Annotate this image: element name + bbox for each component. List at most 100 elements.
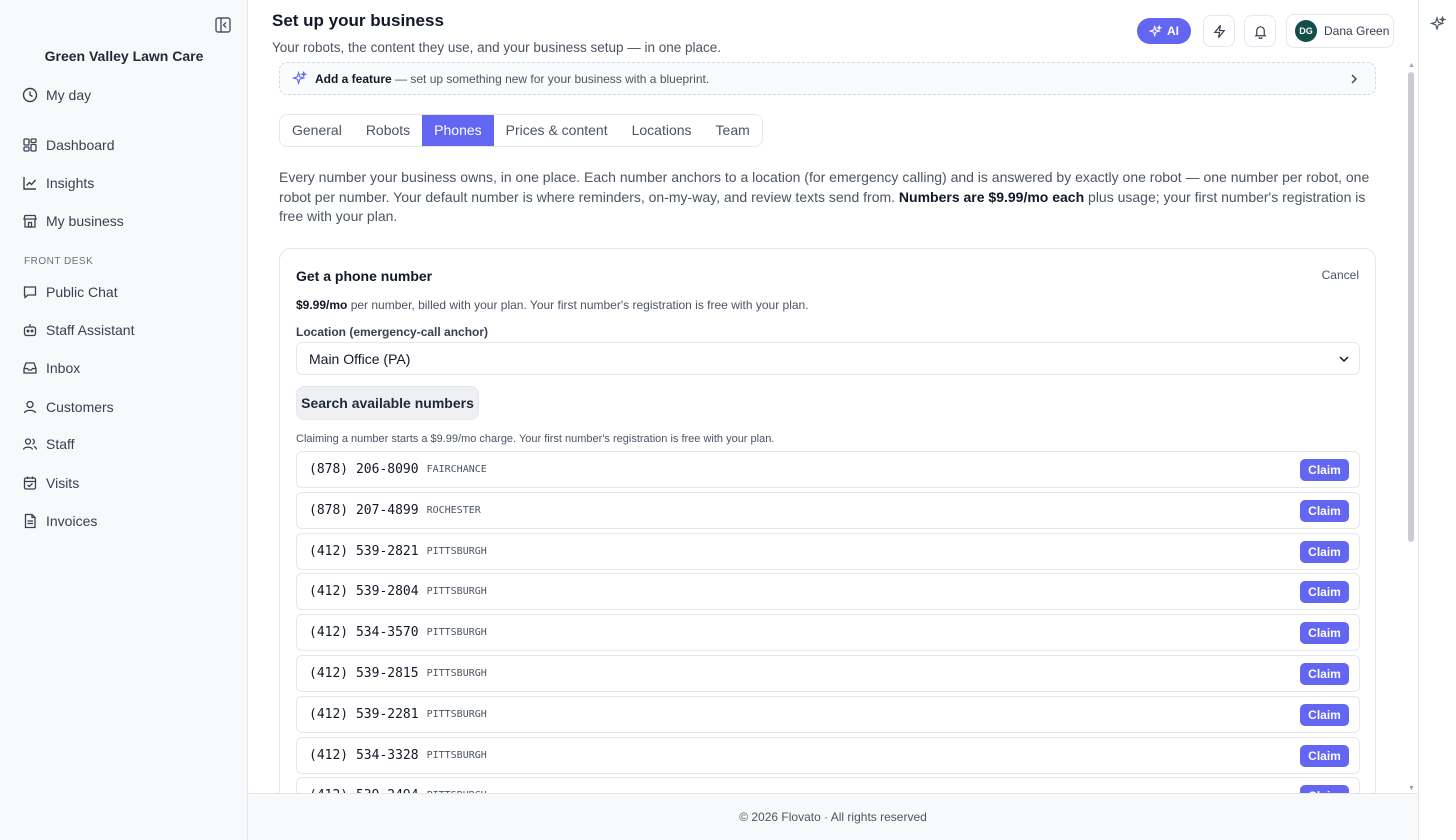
- get-phone-number-card: Get a phone number Cancel $9.99/mo per n…: [279, 248, 1376, 828]
- tab-prices-content[interactable]: Prices & content: [494, 115, 620, 146]
- phone-number: (878) 206-8090: [309, 462, 419, 477]
- sidebar-item-staff[interactable]: Staff: [22, 432, 75, 456]
- sidebar-item-dashboard[interactable]: Dashboard: [22, 133, 115, 157]
- avatar: DG: [1295, 20, 1317, 42]
- claim-button[interactable]: Claim: [1300, 581, 1349, 604]
- phone-number: (412) 539-2804: [309, 584, 419, 600]
- sidebar-collapse-icon[interactable]: [214, 16, 232, 34]
- claim-button[interactable]: Claim: [1300, 540, 1349, 563]
- sidebar-item-label: Staff Assistant: [46, 322, 135, 338]
- ai-button[interactable]: AI: [1137, 18, 1191, 44]
- users-icon: [22, 438, 38, 450]
- bell-icon: [1253, 25, 1267, 39]
- tab-team[interactable]: Team: [704, 115, 762, 146]
- store-icon: [23, 214, 37, 228]
- sidebar-item-insights[interactable]: Insights: [22, 171, 94, 195]
- claim-button[interactable]: Claim: [1300, 785, 1349, 793]
- phone-number: (878) 207-4899: [309, 502, 419, 518]
- claim-button[interactable]: Claim: [1300, 459, 1349, 481]
- phone-number: (412) 539-2281: [309, 706, 419, 722]
- notifications-button[interactable]: [1244, 15, 1276, 47]
- cancel-button[interactable]: Cancel: [1322, 268, 1359, 282]
- user-icon: [23, 400, 37, 414]
- sidebar-item-my-day[interactable]: My day: [22, 83, 91, 107]
- chat-icon: [23, 286, 37, 299]
- sparkles-icon: [292, 71, 307, 86]
- list-item: (412) 539-2281 PITTSBURGH Claim: [296, 695, 1360, 733]
- location-select[interactable]: Main Office (PA): [296, 342, 1360, 375]
- tab-phones[interactable]: Phones: [422, 115, 494, 146]
- sidebar-item-staff-assistant[interactable]: Staff Assistant: [22, 318, 134, 342]
- sidebar-item-customers[interactable]: Customers: [22, 395, 114, 419]
- dashboard-icon: [23, 138, 37, 152]
- chart-icon: [23, 177, 37, 190]
- page-title: Set up your business: [272, 11, 444, 30]
- right-rail: [1418, 0, 1456, 840]
- card-title: Get a phone number: [296, 268, 433, 284]
- list-item: (878) 207-4899 ROCHESTER Claim: [296, 491, 1360, 529]
- list-item: (412) 539-2815 PITTSBURGH Claim: [296, 654, 1360, 692]
- location-label: Location (emergency-call anchor): [296, 325, 489, 339]
- page-subtitle: Your robots, the content they use, and y…: [272, 40, 722, 55]
- price-note: $9.99/mo per number, billed with your pl…: [296, 298, 809, 312]
- available-numbers-list: (878) 206-8090 FAIRCHANCE Claim (878) 207-4…: [296, 451, 1360, 793]
- sidebar-item-label: Insights: [46, 175, 95, 191]
- scroll-thumb[interactable]: [1408, 72, 1414, 542]
- claim-button[interactable]: Claim: [1300, 499, 1349, 522]
- claim-button[interactable]: Claim: [1300, 703, 1349, 726]
- phone-number: (412) 539-2821: [309, 543, 419, 559]
- list-item: (412) 539-2821 PITTSBURGH Claim: [296, 532, 1360, 570]
- phone-city: PITTSBURGH: [426, 586, 487, 598]
- sidebar-item-inbox[interactable]: Inbox: [22, 356, 80, 380]
- quick-actions-button[interactable]: [1203, 15, 1235, 47]
- footer: © 2026 Flovato · All rights reserved: [248, 793, 1418, 840]
- phone-city: PITTSBURGH: [426, 749, 487, 761]
- sidebar-item-label: Invoices: [46, 513, 98, 529]
- location-value: Main Office (PA): [309, 350, 411, 367]
- sparkles-icon[interactable]: [1429, 15, 1447, 32]
- phones-description: Every number your business owns, in one …: [279, 168, 1375, 227]
- clock-icon: [22, 87, 38, 103]
- phone-number: (412) 534-3328: [309, 747, 419, 763]
- sidebar: Green Valley Lawn Care My day Dashboard …: [0, 0, 248, 840]
- phone-city: PITTSBURGH: [426, 545, 487, 557]
- user-menu-button[interactable]: DG Dana Green: [1286, 14, 1394, 48]
- claim-button[interactable]: Claim: [1300, 662, 1349, 685]
- bot-icon: [23, 324, 37, 337]
- tab-robots[interactable]: Robots: [354, 115, 422, 146]
- claim-button[interactable]: Claim: [1300, 744, 1349, 767]
- chevron-down-icon: [1339, 356, 1349, 363]
- search-numbers-button[interactable]: Search available numbers: [296, 386, 479, 420]
- sidebar-item-visits[interactable]: Visits: [22, 471, 79, 495]
- tab-general[interactable]: General: [280, 115, 354, 146]
- chevron-right-icon: [1351, 74, 1357, 84]
- sidebar-item-invoices[interactable]: Invoices: [22, 509, 97, 533]
- sidebar-item-label: My day: [46, 87, 92, 103]
- phone-number: (412) 534-3570: [309, 625, 419, 641]
- price-bold: $9.99/mo: [296, 298, 348, 312]
- settings-tabs: General Robots Phones Prices & content L…: [279, 114, 763, 147]
- scroll-down-icon[interactable]: ▼: [1408, 785, 1415, 792]
- file-icon: [24, 513, 36, 529]
- phone-number: (412) 539-2815: [309, 665, 419, 681]
- add-feature-banner[interactable]: Add a feature — set up something new for…: [279, 62, 1376, 95]
- price-text: per number, billed with your plan. Your …: [347, 298, 809, 312]
- org-name: Green Valley Lawn Care: [44, 48, 204, 64]
- claim-button[interactable]: Claim: [1300, 622, 1349, 645]
- sidebar-item-label: Dashboard: [46, 137, 115, 153]
- description-bold: Numbers are $9.99/mo each: [898, 188, 1085, 205]
- sidebar-item-label: My business: [46, 213, 124, 229]
- calendar-icon: [23, 476, 37, 490]
- phone-city: ROCHESTER: [426, 504, 481, 516]
- list-item: (412) 534-3570 PITTSBURGH Claim: [296, 614, 1360, 652]
- phone-city: PITTSBURGH: [426, 667, 487, 679]
- sidebar-item-label: Visits: [46, 475, 80, 491]
- sidebar-item-my-business[interactable]: My business: [22, 209, 124, 233]
- sidebar-item-public-chat[interactable]: Public Chat: [22, 280, 118, 304]
- phone-city: FAIRCHANCE: [426, 464, 487, 475]
- main-scrollbar[interactable]: ▲ ▼: [1406, 62, 1416, 792]
- banner-title: Add a feature: [315, 71, 392, 86]
- lightning-icon: [1213, 24, 1225, 38]
- tab-locations[interactable]: Locations: [620, 115, 704, 146]
- scroll-up-icon[interactable]: ▲: [1408, 62, 1415, 69]
